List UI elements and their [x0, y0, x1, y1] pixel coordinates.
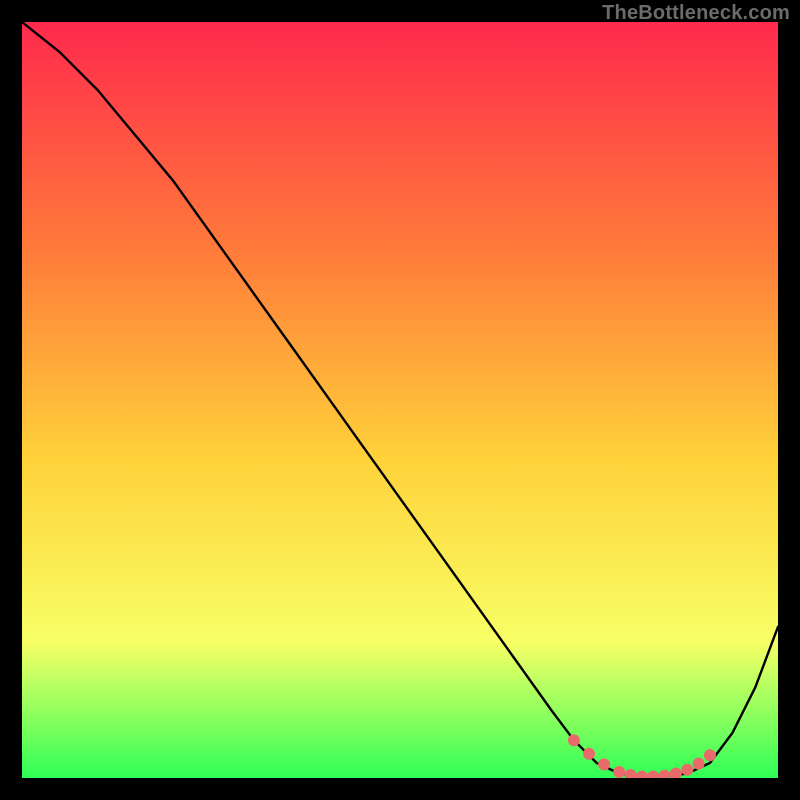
bottleneck-chart: [22, 22, 778, 778]
optimal-marker: [613, 766, 625, 778]
optimal-marker: [681, 764, 693, 776]
optimal-marker: [693, 758, 705, 770]
optimal-marker: [583, 748, 595, 760]
optimal-marker: [704, 749, 716, 761]
optimal-marker: [598, 758, 610, 770]
chart-frame: [22, 22, 778, 778]
attribution-text: TheBottleneck.com: [602, 2, 790, 25]
optimal-marker: [568, 734, 580, 746]
